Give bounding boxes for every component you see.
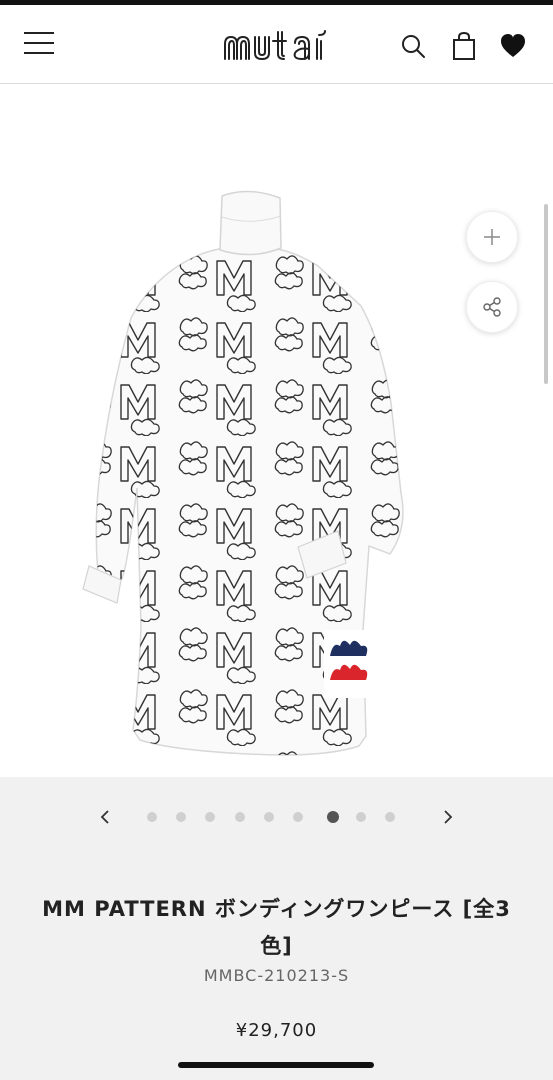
pagination-dot[interactable]	[235, 812, 245, 822]
site-header	[0, 5, 553, 84]
share-button[interactable]	[466, 281, 518, 333]
next-image-button[interactable]	[437, 807, 457, 827]
product-sku: MMBC-210213-S	[203, 966, 350, 985]
product-gallery[interactable]	[0, 84, 553, 777]
pagination-dot[interactable]	[293, 812, 303, 822]
chevron-left-icon	[100, 810, 109, 824]
pagination-dot[interactable]	[264, 812, 274, 822]
home-indicator	[178, 1062, 374, 1068]
zoom-button[interactable]	[466, 211, 518, 263]
product-title: MM PATTERN ボンディングワンピース [全3色]	[42, 897, 511, 959]
chevron-right-icon	[444, 810, 453, 824]
pagination-dot[interactable]	[205, 812, 215, 822]
hamburger-menu-icon[interactable]	[24, 32, 54, 54]
shopping-bag-icon[interactable]	[450, 31, 478, 61]
heart-icon[interactable]	[499, 31, 527, 61]
muta-logo-mark	[224, 30, 326, 60]
page-scrollbar[interactable]	[544, 204, 548, 384]
product-image[interactable]	[78, 188, 418, 768]
pagination-dot[interactable]	[356, 812, 366, 822]
previous-image-button[interactable]	[96, 807, 116, 827]
pagination-dot-active[interactable]	[327, 811, 339, 823]
share-icon	[483, 297, 501, 317]
product-info: MM PATTERN ボンディングワンピース [全3色] MMBC-210213…	[0, 777, 553, 1080]
search-icon[interactable]	[399, 31, 427, 61]
product-price: ¥29,700	[235, 1020, 318, 1041]
muta-logo[interactable]	[221, 27, 333, 67]
pagination-dot[interactable]	[176, 812, 186, 822]
pagination-dot[interactable]	[385, 812, 395, 822]
plus-icon	[484, 229, 500, 245]
pagination-dot[interactable]	[147, 812, 157, 822]
